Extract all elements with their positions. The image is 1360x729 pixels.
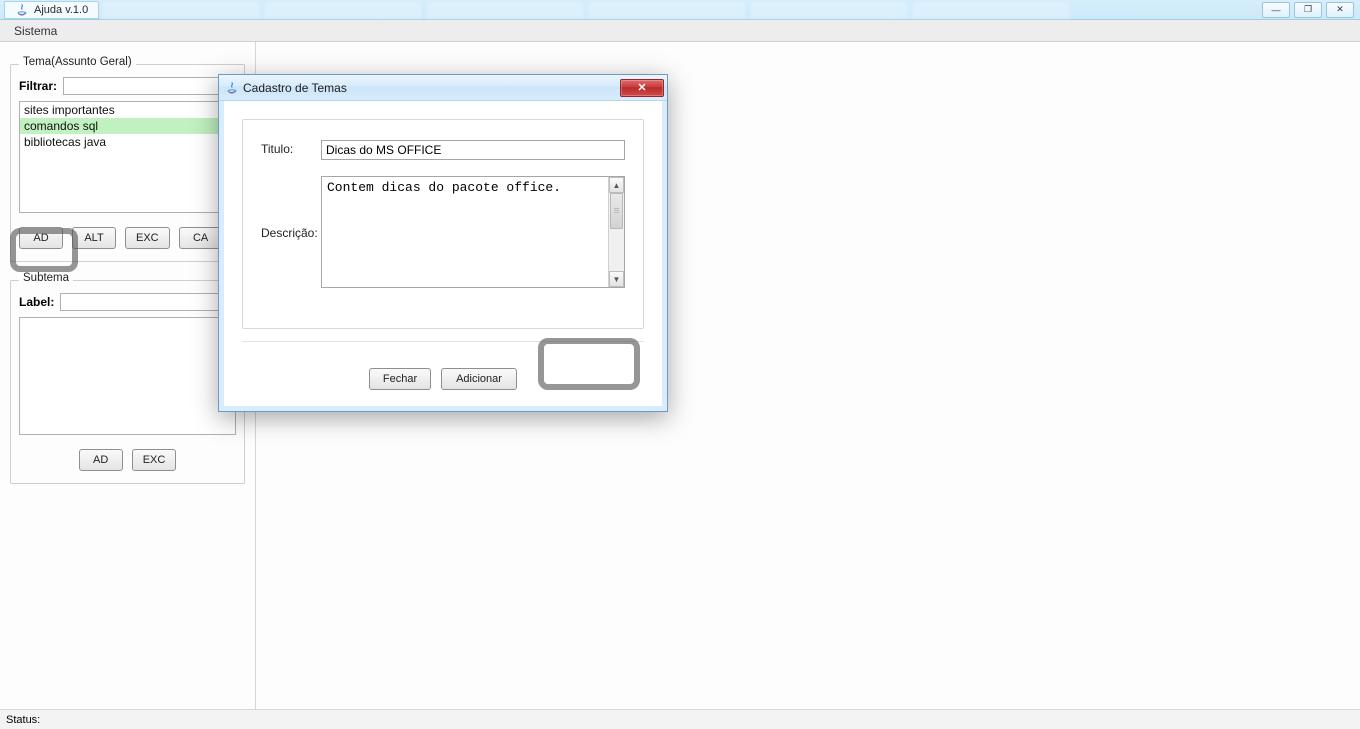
- dialog-separator: [242, 341, 644, 342]
- scroll-down-button[interactable]: ▼: [609, 271, 624, 287]
- dialog-cadastro-temas: Cadastro de Temas ✕ Titulo: Descrição: ▲: [218, 74, 668, 412]
- menu-bar: Sistema: [0, 20, 1360, 42]
- row-filtrar: Filtrar:: [19, 77, 236, 95]
- window-maximize-button[interactable]: ❐: [1294, 2, 1322, 18]
- dialog-body: Titulo: Descrição: ▲ ▼ Fe: [219, 101, 667, 411]
- tema-ad-button[interactable]: AD: [19, 227, 63, 249]
- tema-button-row: AD ALT EXC CA: [19, 227, 236, 249]
- taskbar-tab-blur-6[interactable]: [911, 1, 1071, 19]
- filtrar-input[interactable]: [63, 77, 236, 95]
- close-icon: ✕: [1336, 4, 1344, 15]
- subtema-label-input[interactable]: [60, 293, 236, 311]
- taskbar-tab-blur-5[interactable]: [749, 1, 909, 19]
- java-icon: [15, 3, 29, 17]
- dialog-title: Cadastro de Temas: [243, 81, 347, 95]
- row-label: Label:: [19, 293, 236, 311]
- subtema-exc-button[interactable]: EXC: [132, 449, 177, 471]
- group-subtema: Subtema Label: AD EXC: [10, 280, 245, 484]
- taskbar-tab-blur-1[interactable]: [101, 1, 261, 19]
- adicionar-button[interactable]: Adicionar: [441, 368, 517, 390]
- window-close-button[interactable]: ✕: [1326, 2, 1354, 18]
- dialog-close-button[interactable]: ✕: [620, 79, 664, 97]
- tema-alt-button[interactable]: ALT: [72, 227, 116, 249]
- subtema-label-label: Label:: [19, 295, 54, 309]
- textarea-scrollbar[interactable]: ▲ ▼: [608, 177, 624, 287]
- tema-exc-button[interactable]: EXC: [125, 227, 170, 249]
- tema-listbox[interactable]: sites importantes comandos sql bibliotec…: [19, 101, 236, 213]
- list-item[interactable]: comandos sql: [20, 118, 235, 134]
- group-tema-legend: Tema(Assunto Geral): [19, 56, 136, 68]
- maximize-icon: ❐: [1304, 4, 1312, 15]
- fechar-button[interactable]: Fechar: [369, 368, 431, 390]
- group-tema: Tema(Assunto Geral) Filtrar: sites impor…: [10, 64, 245, 262]
- taskbar-tab-blur-3[interactable]: [425, 1, 585, 19]
- dialog-button-row: Fechar Adicionar: [242, 368, 644, 390]
- scroll-thumb[interactable]: [610, 193, 623, 229]
- list-item[interactable]: sites importantes: [20, 102, 235, 118]
- dialog-form-group: Titulo: Descrição: ▲ ▼: [242, 119, 644, 329]
- group-subtema-legend: Subtema: [19, 272, 73, 284]
- subtema-button-row: AD EXC: [19, 449, 236, 471]
- taskbar-tab-app-label: Ajuda v.1.0: [34, 4, 88, 16]
- row-descricao: Descrição: ▲ ▼: [261, 176, 625, 288]
- app-window: Sistema Tema(Assunto Geral) Filtrar: sit…: [0, 20, 1360, 729]
- descricao-textarea[interactable]: [322, 177, 608, 287]
- descricao-textarea-wrap: ▲ ▼: [321, 176, 625, 288]
- descricao-label: Descrição:: [261, 224, 321, 240]
- scroll-track[interactable]: [609, 193, 624, 271]
- taskbar-tab-blur-4[interactable]: [587, 1, 747, 19]
- row-titulo: Titulo:: [261, 140, 625, 160]
- subtema-ad-button[interactable]: AD: [79, 449, 123, 471]
- subtema-listbox[interactable]: [19, 317, 236, 435]
- content-area: Tema(Assunto Geral) Filtrar: sites impor…: [0, 42, 1360, 709]
- list-item[interactable]: bibliotecas java: [20, 134, 235, 150]
- window-controls: — ❐ ✕: [1262, 2, 1356, 18]
- status-bar: Status:: [0, 709, 1360, 729]
- dialog-titlebar[interactable]: Cadastro de Temas ✕: [219, 75, 667, 101]
- titulo-input[interactable]: [321, 140, 625, 160]
- menu-sistema[interactable]: Sistema: [8, 22, 63, 40]
- status-label: Status:: [6, 714, 40, 726]
- close-icon: ✕: [637, 81, 646, 94]
- filtrar-label: Filtrar:: [19, 79, 57, 93]
- titulo-label: Titulo:: [261, 140, 321, 156]
- taskbar-tab-app[interactable]: Ajuda v.1.0: [4, 1, 99, 19]
- java-icon: [225, 81, 239, 95]
- scroll-up-button[interactable]: ▲: [609, 177, 624, 193]
- os-taskbar: Ajuda v.1.0 — ❐ ✕: [0, 0, 1360, 20]
- tema-ca-button[interactable]: CA: [179, 227, 223, 249]
- taskbar-tab-blur-2[interactable]: [263, 1, 423, 19]
- minimize-icon: —: [1272, 5, 1281, 15]
- window-minimize-button[interactable]: —: [1262, 2, 1290, 18]
